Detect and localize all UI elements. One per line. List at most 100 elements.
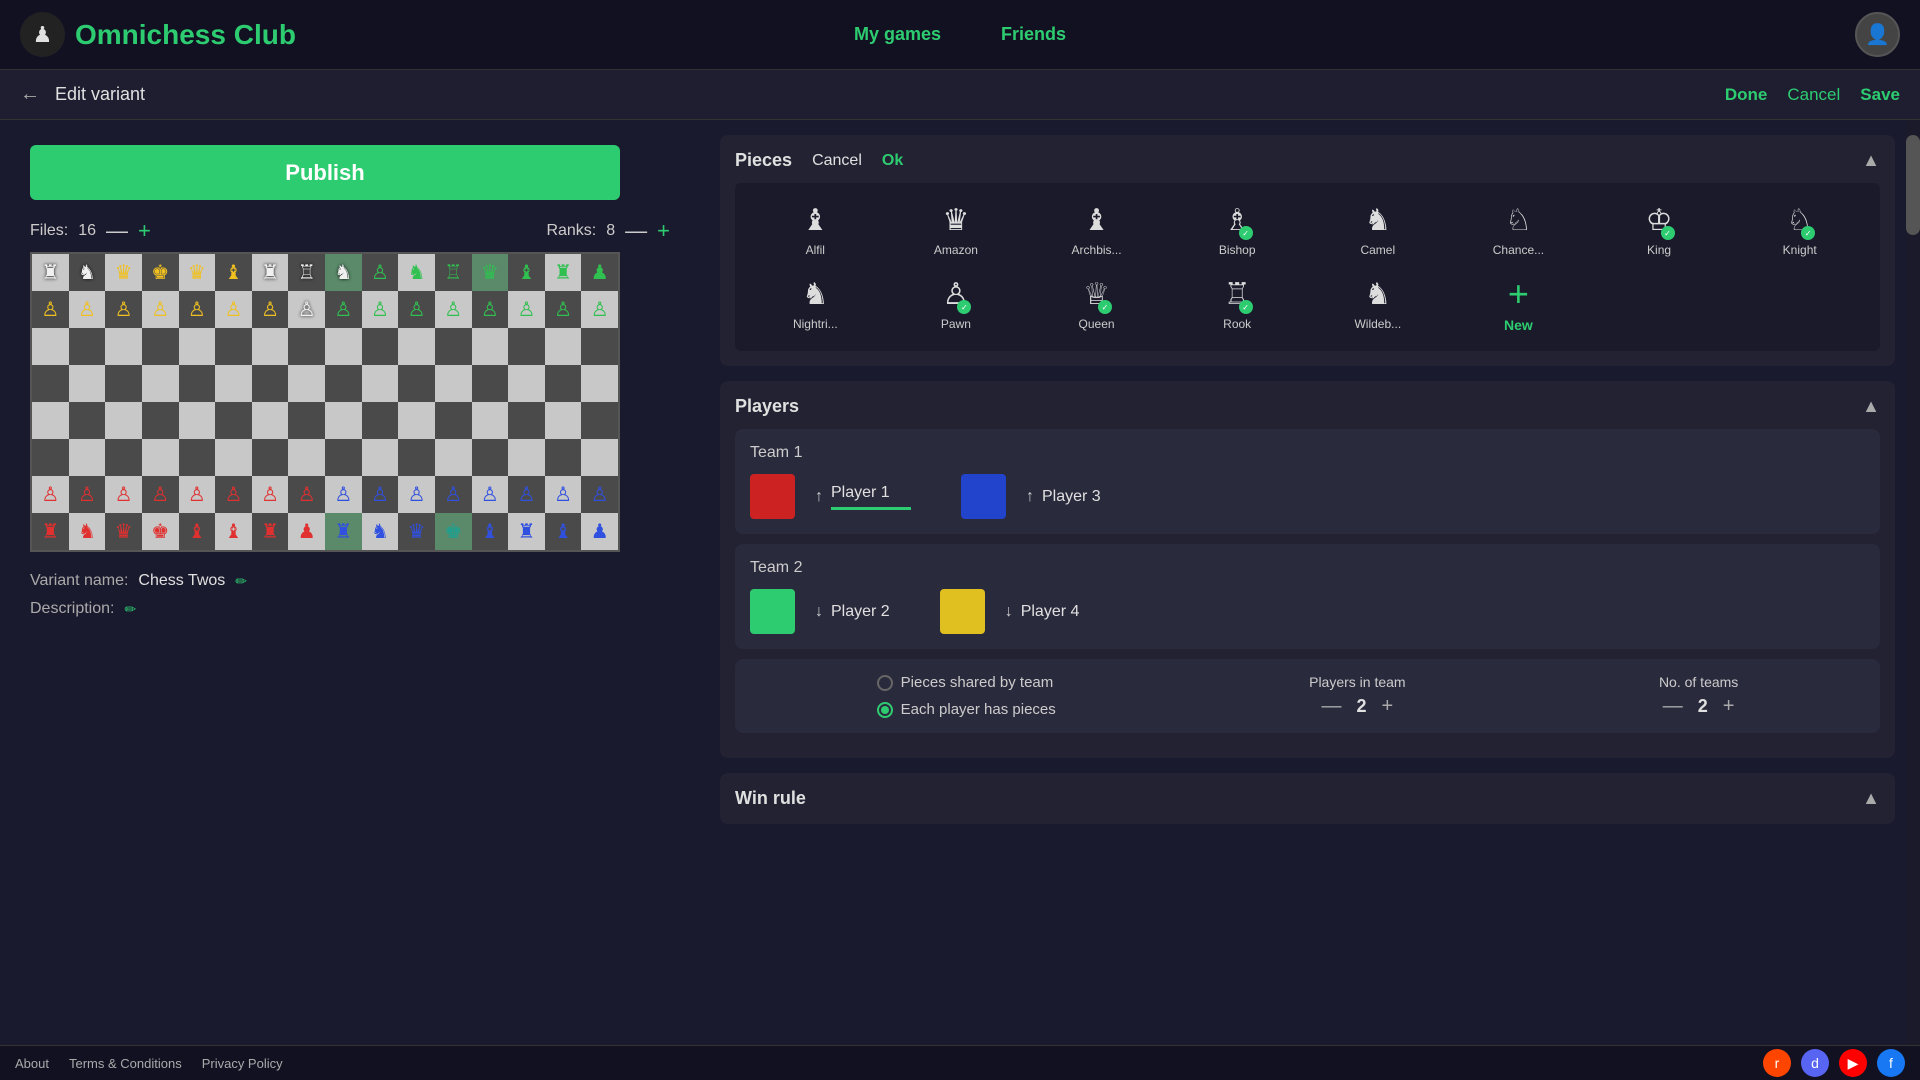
piece-camel[interactable]: ♞ Camel [1313,198,1444,262]
board-cell [472,365,509,402]
each-player-label: Each player has pieces [901,701,1056,718]
board-cell [362,328,399,365]
board-cell [69,328,106,365]
board-cell [142,365,179,402]
new-plus-icon: + [1508,276,1529,312]
each-player-radio[interactable] [877,702,893,718]
piece-nightrider[interactable]: ♞ Nightri... [750,272,881,336]
piece-wildebeest[interactable]: ♞ Wildeb... [1313,272,1444,336]
facebook-icon[interactable]: f [1877,1049,1905,1077]
ranks-minus[interactable]: — [625,220,647,242]
board-cell: ♙ [215,476,252,513]
pieces-cancel-button[interactable]: Cancel [812,152,862,170]
player4-color[interactable] [940,589,985,634]
board-row-2: ♙ ♙ ♙ ♙ ♙ ♙ ♙ ♙ ♙ ♙ ♙ ♙ ♙ ♙ ♙ ♙ [32,291,618,328]
board-cell [325,328,362,365]
player3-info: ↑ Player 3 [1026,488,1101,506]
ranks-plus[interactable]: + [657,220,670,242]
files-control: Files: 16 — + [30,220,151,242]
players-collapse-icon[interactable]: ▲ [1862,396,1880,417]
piece-archbishop[interactable]: ♝ Archbis... [1031,198,1162,262]
piece-king[interactable]: ♔ ✓ King [1594,198,1725,262]
footer: About Terms & Conditions Privacy Policy … [0,1045,1920,1080]
done-button[interactable]: Done [1725,85,1768,105]
reddit-icon[interactable]: r [1763,1049,1791,1077]
variant-name-edit-icon[interactable]: ✏ [235,573,247,590]
teams-minus-button[interactable]: — [1663,695,1683,718]
scrollbar[interactable] [1906,120,1920,1045]
piece-bishop[interactable]: ♗ ✓ Bishop [1172,198,1303,262]
board-cell: ♙ [288,476,325,513]
player3-color[interactable] [961,474,1006,519]
player3-direction-icon: ↑ [1026,488,1034,506]
pieces-shared-radio[interactable] [877,675,893,691]
board-cell [288,402,325,439]
win-rule-collapse-icon[interactable]: ▲ [1862,788,1880,809]
cancel-button[interactable]: Cancel [1787,85,1840,105]
piece-queen[interactable]: ♕ ✓ Queen [1031,272,1162,336]
player2-color[interactable] [750,589,795,634]
board-row-7: ♙ ♙ ♙ ♙ ♙ ♙ ♙ ♙ ♙ ♙ ♙ ♙ ♙ ♙ ♙ ♙ [32,476,618,513]
footer-terms-link[interactable]: Terms & Conditions [69,1056,182,1071]
board-cell: ♟ [581,254,618,291]
footer-about-link[interactable]: About [15,1056,49,1071]
footer-privacy-link[interactable]: Privacy Policy [202,1056,283,1071]
files-plus[interactable]: + [138,220,151,242]
board-cell [472,328,509,365]
board-row-8: ♜ ♞ ♛ ♚ ♝ ♝ ♜ ♟ ♜ ♞ ♛ ♚ ♝ ♜ ♝ ♟ [32,513,618,550]
board-cell [325,365,362,402]
board-cell: ♙ [69,291,106,328]
piece-pawn[interactable]: ♙ ✓ Pawn [891,272,1022,336]
scrollbar-thumb[interactable] [1906,135,1920,235]
youtube-icon[interactable]: ▶ [1839,1049,1867,1077]
board-cell [252,328,289,365]
piece-alfil[interactable]: ♝ Alfil [750,198,881,262]
board-cell [435,402,472,439]
board-cell: ♙ [508,291,545,328]
player3-name: Player 3 [1042,488,1101,506]
board-cell: ♝ [179,513,216,550]
piece-chancellor[interactable]: ♘ Chance... [1453,198,1584,262]
board-cell [142,439,179,476]
board-cell [435,328,472,365]
knight-check: ✓ [1801,226,1815,240]
back-button[interactable]: ← [20,83,40,106]
board-cell: ♛ [179,254,216,291]
pieces-shared-option[interactable]: Pieces shared by team [877,674,1056,691]
piece-knight[interactable]: ♘ ✓ Knight [1734,198,1865,262]
players-plus-button[interactable]: + [1382,695,1394,718]
friends-link[interactable]: Friends [1001,24,1066,45]
page-title: Edit variant [55,84,145,105]
board-cell [215,328,252,365]
publish-button[interactable]: Publish [30,145,620,200]
description-edit-icon[interactable]: ✏ [124,601,136,618]
piece-amazon[interactable]: ♛ Amazon [891,198,1022,262]
pieces-collapse-icon[interactable]: ▲ [1862,150,1880,171]
piece-rook[interactable]: ♖ ✓ Rook [1172,272,1303,336]
discord-icon[interactable]: d [1801,1049,1829,1077]
rook-icon-wrap: ♖ ✓ [1224,277,1251,312]
description-label: Description: [30,600,114,618]
pieces-ok-button[interactable]: Ok [882,152,903,170]
board-cell [179,328,216,365]
players-minus-button[interactable]: — [1322,695,1342,718]
board-cell: ♝ [545,513,582,550]
players-in-team-value: 2 [1357,696,1367,717]
team2-players: ↓ Player 2 ↓ Player 4 [750,589,1865,634]
teams-plus-button[interactable]: + [1723,695,1735,718]
files-minus[interactable]: — [106,220,128,242]
my-games-link[interactable]: My games [854,24,941,45]
win-rule-header: Win rule ▲ [735,788,1880,809]
player1-color[interactable] [750,474,795,519]
pawn-check: ✓ [957,300,971,314]
chess-board[interactable]: ♜ ♞ ♛ ♚ ♛ ♝ ♜ ♖ ♞ ♙ ♞ ♖ ♛ ♝ ♜ ♟ ♙ ♙ [30,252,620,552]
user-avatar[interactable]: 👤 [1855,12,1900,57]
board-cell: ♙ [142,291,179,328]
each-player-option[interactable]: Each player has pieces [877,701,1056,718]
players-in-team-controls: — 2 + [1322,695,1394,718]
players-in-team-counter: Players in team — 2 + [1309,674,1405,718]
board-cell: ♙ [215,291,252,328]
ranks-value: 8 [606,222,615,240]
save-button[interactable]: Save [1860,85,1900,105]
new-piece-button[interactable]: + New [1453,272,1584,336]
